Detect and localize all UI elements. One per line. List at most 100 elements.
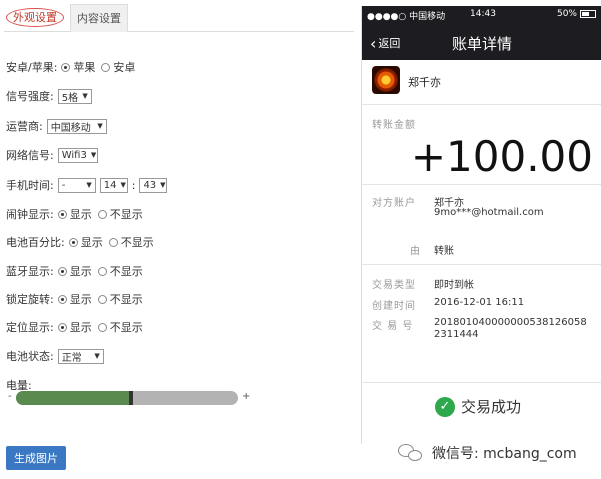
tab-appearance[interactable]: 外观设置 <box>6 4 68 32</box>
created-value: 2016-12-01 16:11 <box>434 297 525 308</box>
radio-dot <box>97 266 107 276</box>
radio-label: 不显示 <box>109 265 143 278</box>
phone-nav-bar: ‹ 返回 账单详情 <box>362 24 601 60</box>
carrier-label: 运营商: <box>6 120 43 133</box>
radio-label: 不显示 <box>109 321 143 334</box>
battery-pct-radio-hide[interactable]: 不显示 <box>108 234 154 250</box>
radio-label: 显示 <box>69 321 92 334</box>
battery-state-select[interactable]: 正常 ▼ <box>57 348 104 364</box>
select-value: 43 <box>143 179 157 191</box>
radio-label: 显示 <box>80 236 103 249</box>
alarm-label: 闹钟显示: <box>6 208 54 221</box>
platform-row: 安卓/苹果: 苹果 安卓 <box>6 58 141 76</box>
radio-dot <box>57 209 67 219</box>
tab-bar: 外观设置 内容设置 <box>4 4 354 32</box>
rotation-lock-label: 锁定旋转: <box>6 293 54 306</box>
location-label: 定位显示: <box>6 321 54 334</box>
divider <box>362 382 601 383</box>
success-label: 交易成功 <box>461 398 522 416</box>
radio-dot <box>68 237 78 247</box>
carrier-select[interactable]: 中国移动 ▼ <box>46 118 107 134</box>
location-radio-hide[interactable]: 不显示 <box>97 319 143 335</box>
rotation-lock-radio-show[interactable]: 显示 <box>57 291 92 307</box>
radio-dot <box>57 266 67 276</box>
battery-level-slider[interactable]: - + <box>8 390 250 406</box>
location-radio-show[interactable]: 显示 <box>57 319 92 335</box>
chevron-down-icon: ▼ <box>86 181 92 189</box>
carrier-row: 运营商: 中国移动 ▼ <box>6 117 111 135</box>
network-row: 网络信号: Wifi3 ▼ <box>6 146 102 164</box>
generate-image-button[interactable]: 生成图片 <box>6 446 66 470</box>
type-label: 交易类型 <box>372 280 416 291</box>
platform-radio-android[interactable]: 安卓 <box>101 59 135 75</box>
phone-preview: ●●●●○ 中国移动 14:43 50% ‹ 返回 账单详情 郑千亦 转账金额 +… <box>361 6 601 444</box>
check-circle-icon: ✓ <box>435 396 455 417</box>
location-row: 定位显示: 显示 不显示 <box>6 318 149 336</box>
status-time: 14:43 <box>470 9 496 19</box>
tab-content[interactable]: 内容设置 <box>70 4 128 32</box>
signal-row: 信号强度: 5格 ▼ <box>6 87 96 105</box>
wechat-icon <box>398 443 426 463</box>
chevron-down-icon: ▼ <box>120 181 126 189</box>
radio-label: 苹果 <box>73 61 96 74</box>
select-value: 正常 <box>61 352 82 364</box>
rotation-lock-radio-hide[interactable]: 不显示 <box>97 291 143 307</box>
network-label: 网络信号: <box>6 149 54 162</box>
watermark-text: 微信号: mcbang_com <box>432 446 577 462</box>
status-carrier: ●●●●○ 中国移动 <box>367 12 446 22</box>
slider-track[interactable] <box>16 391 238 405</box>
alarm-radio-show[interactable]: 显示 <box>57 206 92 222</box>
divider <box>362 184 601 185</box>
slider-handle[interactable] <box>129 391 133 405</box>
chevron-down-icon: ▼ <box>160 181 166 189</box>
select-value: 5格 <box>61 92 79 104</box>
bluetooth-radio-show[interactable]: 显示 <box>57 263 92 279</box>
radio-label: 显示 <box>69 265 92 278</box>
battery-pct-row: 电池百分比: 显示 不显示 <box>6 233 160 251</box>
radio-label: 不显示 <box>109 293 143 306</box>
avatar <box>372 66 400 94</box>
created-label: 创建时间 <box>372 301 416 312</box>
slider-minus[interactable]: - <box>8 391 12 402</box>
radio-label: 安卓 <box>113 61 136 74</box>
bluetooth-radio-hide[interactable]: 不显示 <box>97 263 143 279</box>
rotation-lock-row: 锁定旋转: 显示 不显示 <box>6 290 149 308</box>
txid-line2: 2311444 <box>434 329 479 340</box>
network-select[interactable]: Wifi3 ▼ <box>57 147 98 163</box>
radio-dot <box>61 62 71 72</box>
divider <box>362 264 601 265</box>
bluetooth-label: 蓝牙显示: <box>6 265 54 278</box>
radio-dot <box>57 322 67 332</box>
status-battery-pct: 50% <box>556 9 577 19</box>
radio-dot <box>97 294 107 304</box>
ampm-select[interactable]: - ▼ <box>57 177 96 193</box>
counterparty-label: 对方账户 <box>372 198 416 209</box>
radio-label: 显示 <box>69 208 92 221</box>
slider-plus[interactable]: + <box>242 391 250 402</box>
radio-label: 不显示 <box>109 208 143 221</box>
hour-select[interactable]: 14 ▼ <box>99 177 128 193</box>
platform-radio-apple[interactable]: 苹果 <box>61 59 95 75</box>
counterparty-email: 9mo***@hotmail.com <box>434 207 544 218</box>
alarm-radio-hide[interactable]: 不显示 <box>97 206 143 222</box>
radio-dot <box>57 294 67 304</box>
time-colon: : <box>131 178 136 192</box>
chevron-down-icon: ▼ <box>97 122 103 130</box>
signal-select[interactable]: 5格 ▼ <box>57 88 92 104</box>
radio-dot <box>101 62 111 72</box>
settings-panel: 外观设置 内容设置 安卓/苹果: 苹果 安卓 信号强度: 5格 ▼ 运营商: 中国… <box>0 0 360 479</box>
phone-status-bar: ●●●●○ 中国移动 14:43 50% <box>362 6 601 24</box>
reason-label: 由 <box>410 246 421 257</box>
select-value: 14 <box>103 179 117 191</box>
chevron-down-icon: ▼ <box>90 151 97 159</box>
watermark: 微信号: mcbang_com <box>398 443 577 463</box>
battery-pct-radio-show[interactable]: 显示 <box>68 234 103 250</box>
bluetooth-row: 蓝牙显示: 显示 不显示 <box>6 262 149 280</box>
select-value: 中国移动 <box>50 122 91 134</box>
success-status: ✓ 交易成功 <box>435 396 521 417</box>
select-value: - <box>61 179 66 191</box>
amount-value: +100.00 <box>410 132 593 181</box>
battery-icon <box>580 10 596 18</box>
battery-state-row: 电池状态: 正常 ▼ <box>6 347 108 365</box>
minute-select[interactable]: 43 ▼ <box>139 177 168 193</box>
